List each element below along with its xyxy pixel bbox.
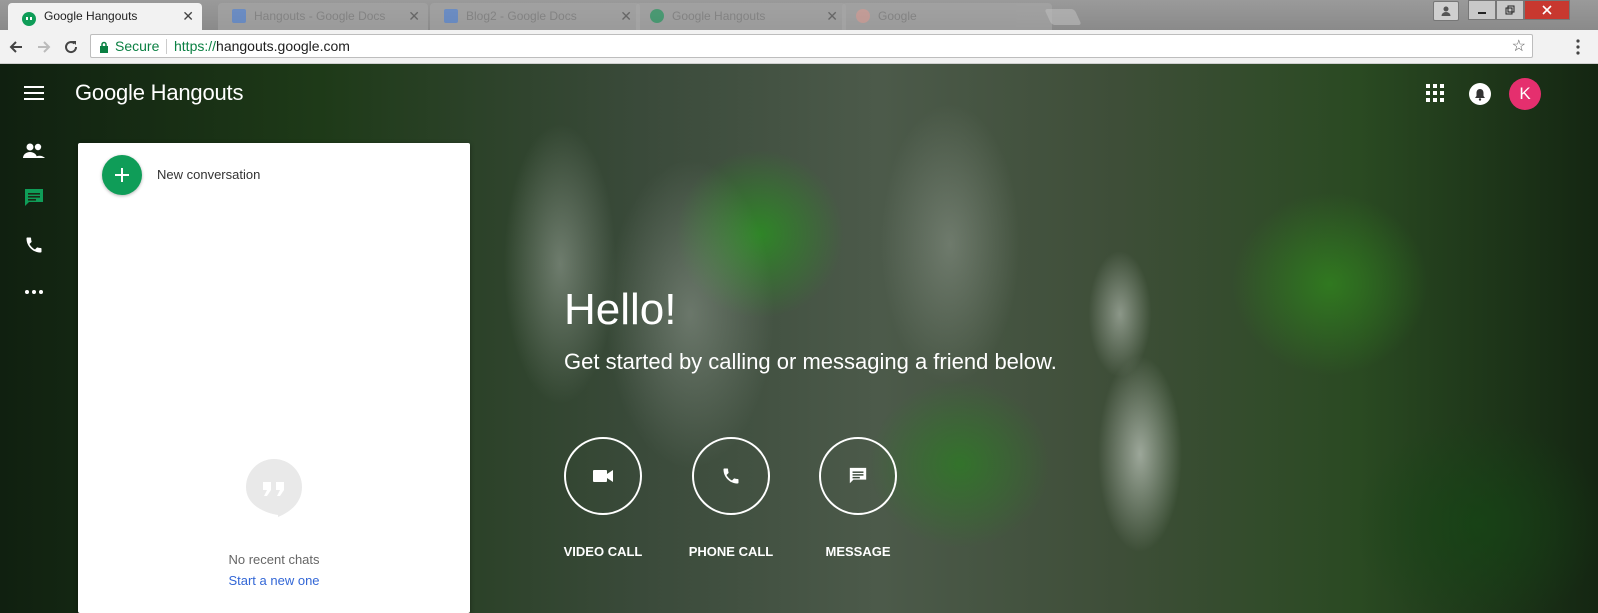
- bell-icon: [1475, 88, 1485, 101]
- plus-icon: [115, 168, 129, 182]
- reload-button[interactable]: [60, 36, 82, 58]
- restore-icon: [1505, 5, 1515, 15]
- no-recent-chats-text: No recent chats: [228, 552, 320, 567]
- hangouts-favicon: [650, 9, 664, 23]
- phone-call-label[interactable]: PHONE CALL: [676, 544, 786, 559]
- address-separator: [166, 39, 167, 54]
- docs-favicon: [444, 9, 458, 23]
- brand-product: Hangouts: [150, 80, 244, 105]
- message-button[interactable]: [819, 437, 897, 515]
- tab-close-icon[interactable]: ✕: [620, 3, 632, 30]
- minimize-icon: [1478, 12, 1486, 14]
- tab-title: Blog2 - Google Docs: [466, 9, 577, 23]
- url-host: hangouts.google.com: [216, 38, 350, 54]
- more-icon: [25, 290, 43, 294]
- browser-tab[interactable]: Hangouts - Google Docs ✕: [218, 3, 428, 30]
- url-scheme: https://: [174, 38, 217, 54]
- tab-title: Hangouts - Google Docs: [254, 9, 386, 23]
- nav-conversations[interactable]: [22, 186, 46, 210]
- new-conversation-button[interactable]: [102, 155, 142, 195]
- phone-call-button[interactable]: [692, 437, 770, 515]
- video-call-button[interactable]: [564, 437, 642, 515]
- minimize-button[interactable]: [1468, 0, 1496, 20]
- browser-tab-active[interactable]: Google Hangouts ✕: [8, 3, 202, 30]
- browser-toolbar: Secure https://hangouts.google.com ☆: [0, 30, 1598, 64]
- browser-tab[interactable]: Google Hangouts ✕: [636, 3, 846, 30]
- app-logo: Google Hangouts: [75, 80, 243, 106]
- hamburger-icon: [24, 86, 44, 100]
- contacts-icon: [23, 143, 45, 158]
- address-bar[interactable]: Secure https://hangouts.google.com ☆: [90, 34, 1533, 58]
- browser-user-button[interactable]: [1433, 1, 1459, 21]
- tab-title: Google Hangouts: [672, 9, 766, 23]
- window-controls: [1468, 0, 1570, 20]
- chat-icon: [25, 189, 43, 206]
- hangouts-favicon: [22, 9, 36, 26]
- docs-favicon: [232, 9, 246, 23]
- browser-menu-button[interactable]: [1576, 39, 1580, 60]
- empty-chats-quote-icon: [246, 459, 302, 517]
- tab-close-icon[interactable]: ✕: [826, 3, 838, 30]
- hangouts-page: Google Hangouts New conversation No rece…: [0, 64, 1598, 613]
- reload-icon: [65, 41, 78, 54]
- google-favicon: [856, 9, 870, 23]
- more-vert-icon: [1576, 39, 1580, 55]
- avatar[interactable]: K: [1509, 78, 1541, 110]
- forward-button[interactable]: [33, 36, 55, 58]
- nav-more[interactable]: [22, 280, 46, 304]
- secure-label: Secure: [115, 38, 160, 54]
- back-button[interactable]: [5, 36, 27, 58]
- greeting-title: Hello!: [564, 285, 677, 334]
- new-conversation-label[interactable]: New conversation: [157, 167, 260, 182]
- message-label[interactable]: MESSAGE: [803, 544, 913, 559]
- greeting-subtitle: Get started by calling or messaging a fr…: [564, 349, 1057, 374]
- new-tab-button[interactable]: [1044, 9, 1082, 25]
- close-icon: [1542, 5, 1552, 15]
- browser-tab[interactable]: Blog2 - Google Docs ✕: [430, 3, 640, 30]
- phone-icon: [26, 237, 42, 253]
- video-call-label[interactable]: VIDEO CALL: [548, 544, 658, 559]
- close-window-button[interactable]: [1524, 0, 1570, 20]
- restore-button[interactable]: [1496, 0, 1524, 20]
- notifications-button[interactable]: [1469, 83, 1491, 105]
- arrow-right-icon: [38, 41, 51, 53]
- arrow-left-icon: [9, 41, 22, 53]
- nav-phone-calls[interactable]: [22, 233, 46, 257]
- conversation-panel: New conversation No recent chats Start a…: [78, 143, 470, 613]
- tab-title: Google: [878, 9, 917, 23]
- lock-icon: [100, 41, 108, 53]
- url-text: https://hangouts.google.com: [174, 35, 350, 57]
- bookmark-star-icon[interactable]: ☆: [1512, 36, 1526, 58]
- person-icon: [1441, 6, 1451, 16]
- browser-tab[interactable]: Google: [842, 3, 1052, 30]
- start-new-link[interactable]: Start a new one: [78, 573, 470, 588]
- message-icon: [849, 467, 867, 484]
- nav-contacts[interactable]: [22, 139, 46, 163]
- phone-icon: [723, 468, 739, 484]
- tab-title: Google Hangouts: [44, 9, 138, 23]
- main-menu-button[interactable]: [24, 85, 44, 106]
- tab-close-icon[interactable]: ✕: [182, 3, 194, 30]
- brand-google: Google: [75, 80, 145, 105]
- browser-tab-strip: Google Hangouts ✕ Google Blog2 - Google …: [0, 0, 1598, 30]
- apps-grid-icon: [1426, 84, 1444, 102]
- google-apps-button[interactable]: [1425, 83, 1445, 108]
- tab-close-icon[interactable]: ✕: [408, 3, 420, 30]
- video-camera-icon: [593, 470, 613, 482]
